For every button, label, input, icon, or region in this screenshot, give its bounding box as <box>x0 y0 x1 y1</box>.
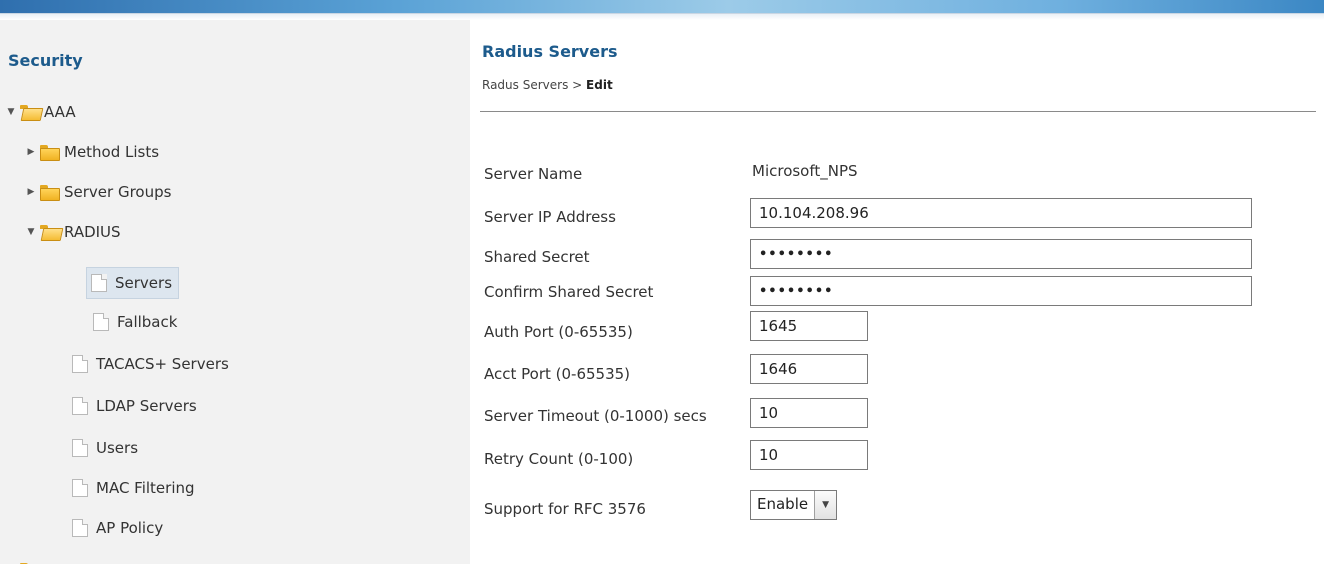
collapsed-arrow-icon[interactable]: ▶ <box>26 187 36 197</box>
acct-port-label: Acct Port (0-65535) <box>484 365 631 383</box>
sidebar-item-label: TACACS+ Servers <box>96 355 229 373</box>
sidebar-item-label: Users <box>96 439 139 457</box>
sidebar-item-users[interactable]: Users <box>72 434 138 462</box>
sidebar-item-label: MAC Filtering <box>96 479 195 497</box>
document-icon <box>91 274 107 292</box>
chevron-down-icon[interactable]: ▼ <box>814 491 837 519</box>
sidebar-item-label: LDAP Servers <box>96 397 197 415</box>
rfc3576-selected-value: Enable <box>757 495 809 513</box>
main-panel: Radius Servers Radus Servers > Edit Serv… <box>470 20 1324 564</box>
shared-secret-label: Shared Secret <box>484 248 590 266</box>
retry-count-label: Retry Count (0-100) <box>484 450 634 468</box>
sidebar-item-server-groups[interactable]: ▶ Server Groups <box>26 178 171 206</box>
page-title: Radius Servers <box>482 42 618 61</box>
sidebar-item-mac-filtering[interactable]: MAC Filtering <box>72 474 195 502</box>
auth-port-field[interactable] <box>750 311 868 341</box>
acct-port-field[interactable] <box>750 354 868 384</box>
breadcrumb: Radus Servers > Edit <box>482 78 613 92</box>
sidebar-item-label: AP Policy <box>96 519 164 537</box>
sidebar-item-label: Method Lists <box>64 143 160 161</box>
rfc3576-select[interactable]: Enable ▼ <box>750 490 838 520</box>
top-banner <box>0 0 1324 14</box>
sidebar-item-label: RADIUS <box>64 223 121 241</box>
server-timeout-label: Server Timeout (0-1000) secs <box>484 407 707 425</box>
breadcrumb-parent[interactable]: Radus Servers <box>482 78 568 92</box>
auth-port-label: Auth Port (0-65535) <box>484 323 633 341</box>
server-name-label: Server Name <box>484 165 583 183</box>
collapsed-arrow-icon[interactable]: ▶ <box>26 147 36 157</box>
document-icon <box>72 519 88 537</box>
sidebar-title: Security <box>8 51 83 70</box>
shared-secret-field[interactable] <box>750 239 1252 269</box>
open-folder-icon <box>40 225 58 239</box>
retry-count-field[interactable] <box>750 440 868 470</box>
sidebar-item-tacacs-servers[interactable]: TACACS+ Servers <box>72 350 229 378</box>
expanded-arrow-icon[interactable]: ▼ <box>26 227 36 237</box>
sidebar: Security ▼ AAA ▶ Method Lists ▶ Server G… <box>0 20 470 564</box>
server-name-value: Microsoft_NPS <box>752 162 858 180</box>
expanded-arrow-icon[interactable]: ▼ <box>6 107 16 117</box>
open-folder-icon <box>20 105 38 119</box>
folder-icon <box>40 145 60 161</box>
rfc3576-label: Support for RFC 3576 <box>484 500 646 518</box>
confirm-secret-label: Confirm Shared Secret <box>484 283 654 301</box>
sidebar-item-fallback[interactable]: Fallback <box>93 308 177 336</box>
sidebar-item-ldap-servers[interactable]: LDAP Servers <box>72 392 197 420</box>
document-icon <box>72 355 88 373</box>
sidebar-item-label: Servers <box>115 274 173 292</box>
sidebar-item-method-lists[interactable]: ▶ Method Lists <box>26 138 159 166</box>
sidebar-item-aaa[interactable]: ▼ AAA <box>6 98 76 126</box>
breadcrumb-separator: > <box>572 78 583 92</box>
sidebar-item-ap-policy[interactable]: AP Policy <box>72 514 163 542</box>
sidebar-item-partial[interactable]: ▶ <box>6 556 44 564</box>
divider <box>480 111 1316 112</box>
server-ip-label: Server IP Address <box>484 208 616 226</box>
folder-icon <box>40 185 60 201</box>
confirm-secret-field[interactable] <box>750 276 1252 306</box>
document-icon <box>93 313 109 331</box>
server-timeout-field[interactable] <box>750 398 868 428</box>
breadcrumb-current: Edit <box>586 78 613 92</box>
sidebar-item-label: Server Groups <box>64 183 172 201</box>
document-icon <box>72 397 88 415</box>
sidebar-item-label: AAA <box>44 103 76 121</box>
document-icon <box>72 479 88 497</box>
document-icon <box>72 439 88 457</box>
sidebar-item-label: Fallback <box>117 313 178 331</box>
server-ip-field[interactable] <box>750 198 1252 228</box>
sidebar-item-servers[interactable]: Servers <box>86 267 180 299</box>
sidebar-item-radius[interactable]: ▼ RADIUS <box>26 218 121 246</box>
